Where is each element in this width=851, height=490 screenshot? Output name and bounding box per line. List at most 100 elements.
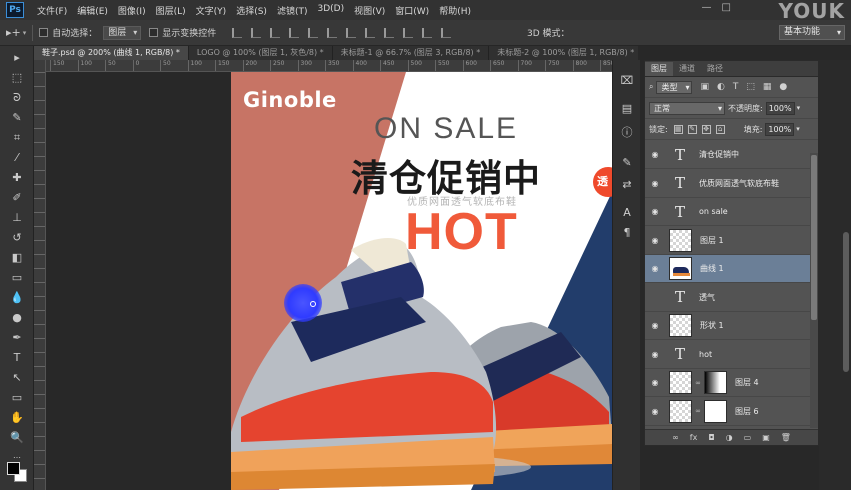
layer-row[interactable]: ◉ 曲线 1: [645, 255, 811, 283]
menu-item[interactable]: 文字(Y): [191, 4, 232, 17]
maximize-icon[interactable]: □: [722, 2, 731, 13]
fill-field[interactable]: 100%: [765, 122, 795, 136]
minimize-icon[interactable]: —: [702, 2, 712, 13]
menu-item[interactable]: 滤镜(T): [272, 4, 313, 17]
document-tab[interactable]: LOGO @ 100% (图层 1, 灰色/8) *: [188, 46, 333, 60]
layer-row[interactable]: ◉ ∞ 图层 4: [645, 369, 811, 397]
menu-item[interactable]: 图层(L): [151, 4, 191, 17]
show-transform-checkbox[interactable]: [149, 28, 159, 37]
auto-select-dropdown[interactable]: 图层: [103, 25, 142, 40]
menu-item[interactable]: 视图(V): [349, 4, 390, 17]
canvas-area[interactable]: Ginoble ON SALE 清仓促销中 优质网面透气软底布鞋 HOT 透: [46, 72, 612, 490]
lasso-tool-icon[interactable]: ᘐ: [9, 90, 25, 106]
layers-scrollbar-thumb[interactable]: [811, 155, 817, 320]
adjustments-panel-icon[interactable]: ⇄: [620, 178, 634, 192]
lock-transparency-icon[interactable]: ▦: [673, 124, 683, 134]
layer-row[interactable]: ◉ T 优质网面透气软底布鞋: [645, 170, 811, 198]
mask-link-icon[interactable]: ∞: [694, 379, 702, 387]
path-select-tool-icon[interactable]: ↖: [9, 370, 25, 386]
shape-tool-icon[interactable]: ▭: [9, 390, 25, 406]
clone-stamp-tool-icon[interactable]: ⊥: [9, 210, 25, 226]
panel-tab[interactable]: 通道: [673, 62, 701, 76]
align-middle-icon[interactable]: [251, 27, 262, 38]
pixel-filter-icon[interactable]: ▣: [700, 82, 709, 92]
marquee-tool-icon[interactable]: ⬚: [9, 70, 25, 86]
layer-row[interactable]: ◉ T 清仓促销中: [645, 141, 811, 169]
mask-link-icon[interactable]: ∞: [694, 407, 702, 415]
dock-scrollbar[interactable]: [843, 232, 849, 372]
align-right-icon[interactable]: [327, 27, 338, 38]
document-tab[interactable]: 未标题-1 @ 66.7% (图层 3, RGB/8) *: [332, 46, 490, 60]
menu-item[interactable]: 文件(F): [32, 4, 72, 17]
adjustment-filter-icon[interactable]: ◐: [717, 82, 725, 92]
layer-row[interactable]: ◉ ∞ 图层 6: [645, 398, 811, 426]
layer-mask-thumbnail[interactable]: [704, 399, 727, 423]
visibility-eye-icon[interactable]: ◉: [645, 179, 665, 188]
move-tool-icon[interactable]: ▸: [9, 50, 25, 66]
panel-tab[interactable]: 图层: [645, 62, 673, 76]
document-tab[interactable]: 鞋子.psd @ 200% (曲线 1, RGB/8) *: [34, 46, 189, 60]
blur-tool-icon[interactable]: 💧: [9, 290, 25, 306]
mask-icon[interactable]: ◘: [708, 433, 714, 442]
menu-item[interactable]: 图像(I): [113, 4, 151, 17]
zoom-tool-icon[interactable]: 🔍: [9, 430, 25, 446]
brush-tool-icon[interactable]: ✐: [9, 190, 25, 206]
folder-icon[interactable]: ▭: [744, 433, 752, 442]
distribute-top-icon[interactable]: [346, 27, 357, 38]
opacity-dropdown-icon[interactable]: ▾: [797, 104, 801, 112]
layer-row[interactable]: ◉ 图层 1: [645, 227, 811, 255]
visibility-eye-icon[interactable]: ◉: [645, 293, 665, 302]
quick-select-tool-icon[interactable]: ✎: [9, 110, 25, 126]
distribute-left-icon[interactable]: [403, 27, 414, 38]
crop-tool-icon[interactable]: ⌗: [9, 130, 25, 146]
tool-preset-dropdown-icon[interactable]: ▾: [23, 29, 27, 37]
brush-presets-panel-icon[interactable]: ✎: [620, 156, 634, 170]
visibility-eye-icon[interactable]: ◉: [645, 264, 665, 273]
blend-mode-dropdown[interactable]: 正常: [649, 101, 725, 115]
visibility-eye-icon[interactable]: ◉: [645, 207, 665, 216]
info-panel-icon[interactable]: ⓘ: [620, 126, 634, 140]
pen-tool-icon[interactable]: ✒: [9, 330, 25, 346]
align-left-icon[interactable]: [289, 27, 300, 38]
align-top-icon[interactable]: [232, 27, 243, 38]
dodge-tool-icon[interactable]: ●: [9, 310, 25, 326]
distribute-center-icon[interactable]: [422, 27, 433, 38]
document-tab[interactable]: 未标题-2 @ 100% (图层 1, RGB/8) *: [489, 46, 638, 60]
align-center-icon[interactable]: [308, 27, 319, 38]
eraser-tool-icon[interactable]: ◧: [9, 250, 25, 266]
paragraph-panel-icon[interactable]: ¶: [620, 226, 634, 240]
menu-item[interactable]: 3D(D): [312, 4, 349, 17]
filter-toggle-icon[interactable]: ●: [779, 82, 787, 92]
gradient-tool-icon[interactable]: ▭: [9, 270, 25, 286]
align-bottom-icon[interactable]: [270, 27, 281, 38]
shape-filter-icon[interactable]: ⬚: [746, 82, 755, 92]
eyedropper-tool-icon[interactable]: ⁄: [9, 150, 25, 166]
menu-item[interactable]: 选择(S): [231, 4, 272, 17]
document-canvas[interactable]: Ginoble ON SALE 清仓促销中 优质网面透气软底布鞋 HOT 透: [231, 72, 612, 490]
menu-item[interactable]: 窗口(W): [390, 4, 434, 17]
distribute-right-icon[interactable]: [441, 27, 452, 38]
visibility-eye-icon[interactable]: ◉: [645, 350, 665, 359]
layer-row[interactable]: ◉ 形状 1: [645, 312, 811, 340]
lock-all-icon[interactable]: ⌂: [715, 124, 725, 134]
link-icon[interactable]: ∞: [672, 433, 679, 442]
type-filter-icon[interactable]: T: [733, 82, 739, 92]
character-panel-icon[interactable]: A: [620, 206, 634, 220]
fx-icon[interactable]: fx: [690, 433, 698, 442]
lock-pixels-icon[interactable]: ✎: [687, 124, 697, 134]
healing-brush-tool-icon[interactable]: ✚: [9, 170, 25, 186]
layer-mask-thumbnail[interactable]: [704, 371, 727, 394]
layer-row[interactable]: ◉ Ton sale: [645, 198, 811, 226]
menu-item[interactable]: 编辑(E): [72, 4, 113, 17]
history-brush-tool-icon[interactable]: ↺: [9, 230, 25, 246]
new-layer-icon[interactable]: ▣: [762, 433, 770, 442]
visibility-eye-icon[interactable]: ◉: [645, 321, 665, 330]
move-tool-icon[interactable]: ▸+: [6, 26, 21, 39]
properties-panel-icon[interactable]: ▤: [620, 102, 634, 116]
distribute-bottom-icon[interactable]: [384, 27, 395, 38]
panel-tab[interactable]: 路径: [701, 62, 729, 76]
visibility-eye-icon[interactable]: ◉: [645, 236, 665, 245]
smart-object-filter-icon[interactable]: ▦: [763, 82, 772, 92]
foreground-color-swatch[interactable]: [7, 462, 20, 475]
visibility-eye-icon[interactable]: ◉: [645, 407, 665, 416]
